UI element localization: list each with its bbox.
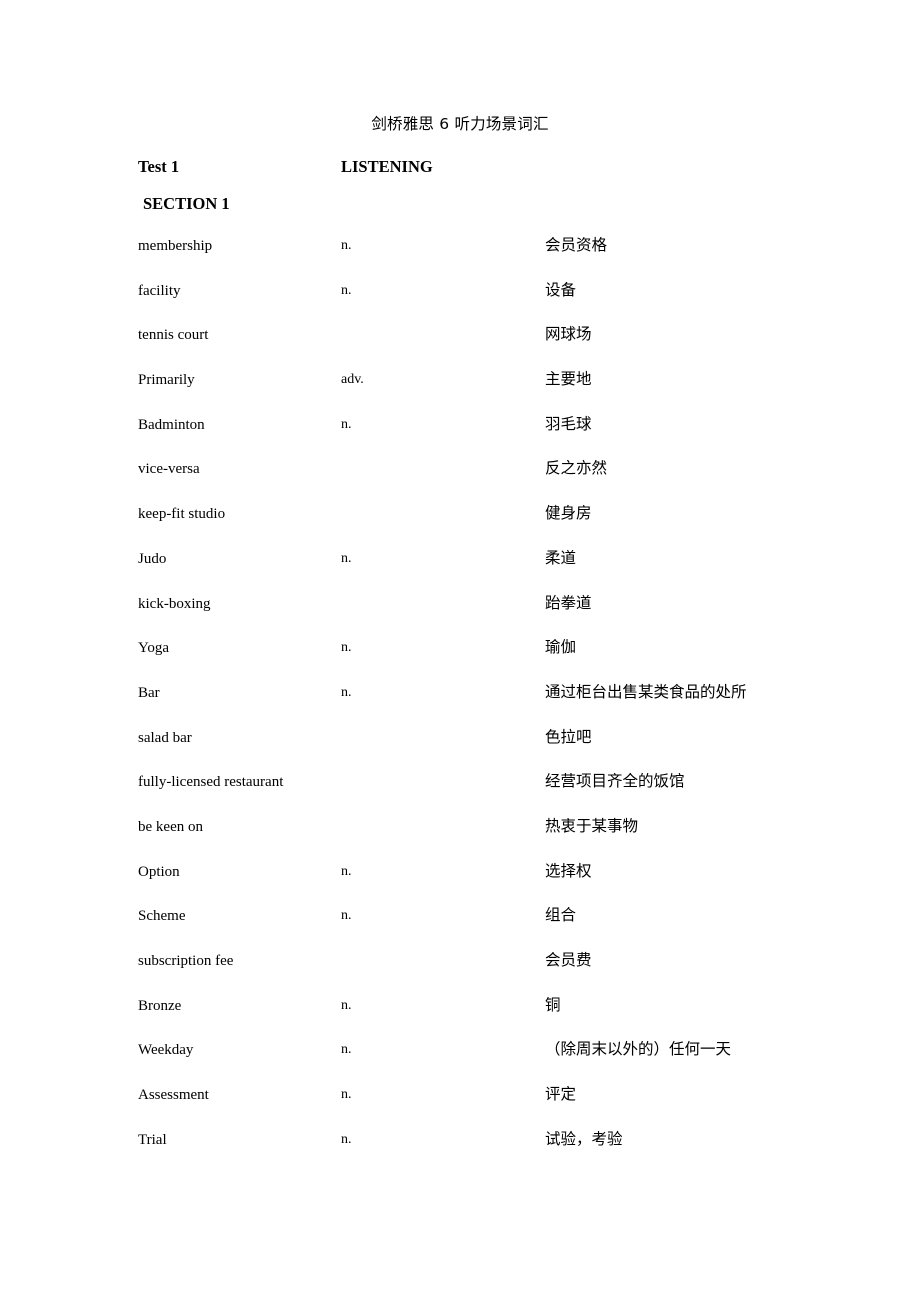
vocab-meaning: 柔道 bbox=[545, 548, 577, 567]
vocab-row: Judo n. 柔道 bbox=[0, 549, 920, 594]
vocab-meaning: 经营项目齐全的饭馆 bbox=[545, 772, 685, 791]
vocab-term: Judo bbox=[138, 550, 167, 567]
vocab-part-of-speech: n. bbox=[341, 908, 352, 924]
vocabulary-list: membership n. 会员资格 facility n. 设备 tennis court… bbox=[0, 236, 920, 1174]
vocab-term: Trial bbox=[138, 1131, 167, 1148]
vocab-term: subscription fee bbox=[138, 953, 234, 969]
vocab-term: keep-fit studio bbox=[138, 506, 226, 523]
vocab-row: facility n. 设备 bbox=[0, 281, 920, 326]
vocab-meaning: 健身房 bbox=[545, 504, 592, 523]
vocab-term: Scheme bbox=[138, 908, 186, 925]
vocab-row: Badminton n. 羽毛球 bbox=[0, 415, 920, 460]
heading-row: Test 1 LISTENING bbox=[0, 156, 920, 180]
vocab-row: Bronze n. 铜 bbox=[0, 996, 920, 1041]
vocab-row: Trial n. 试验，考验 bbox=[0, 1130, 920, 1175]
vocab-row: keep-fit studio 健身房 bbox=[0, 504, 920, 549]
vocab-term: Bar bbox=[138, 684, 160, 701]
vocab-meaning: 反之亦然 bbox=[545, 459, 608, 478]
vocab-meaning: 评定 bbox=[545, 1085, 577, 1104]
vocab-meaning: 热衷于某事物 bbox=[545, 816, 639, 835]
vocab-meaning: 选择权 bbox=[545, 861, 592, 880]
vocab-row: tennis court 网球场 bbox=[0, 325, 920, 370]
vocab-term: salad bar bbox=[138, 729, 192, 746]
vocab-meaning: （除周末以外的）任何一天 bbox=[545, 1040, 732, 1059]
vocab-row: Assessment n. 评定 bbox=[0, 1085, 920, 1130]
vocab-part-of-speech: n. bbox=[341, 1042, 352, 1058]
vocab-term: Primarily bbox=[138, 372, 195, 389]
vocab-term: membership bbox=[138, 238, 213, 254]
vocab-row: Option n. 选择权 bbox=[0, 862, 920, 907]
vocab-row: Bar n. 通过柜台出售某类食品的处所 bbox=[0, 683, 920, 728]
vocab-row: fully-licensed restaurant 经营项目齐全的饭馆 bbox=[0, 772, 920, 817]
vocab-term: Option bbox=[138, 863, 180, 880]
vocab-part-of-speech: n. bbox=[341, 238, 352, 253]
vocab-row: salad bar 色拉吧 bbox=[0, 728, 920, 773]
vocab-part-of-speech: n. bbox=[341, 1087, 352, 1103]
vocab-row: Primarily adv. 主要地 bbox=[0, 370, 920, 415]
vocab-part-of-speech: n. bbox=[341, 863, 352, 879]
vocab-term: Badminton bbox=[138, 416, 205, 433]
vocab-meaning: 色拉吧 bbox=[545, 727, 592, 746]
vocab-meaning: 设备 bbox=[545, 280, 577, 299]
vocab-part-of-speech: n. bbox=[341, 684, 352, 700]
vocab-part-of-speech: n. bbox=[341, 282, 352, 298]
vocab-term: tennis court bbox=[138, 327, 209, 344]
vocab-part-of-speech: n. bbox=[341, 997, 352, 1013]
test-label: Test 1 bbox=[138, 157, 180, 176]
vocab-meaning: 会员资格 bbox=[545, 236, 608, 254]
vocab-row: membership n. 会员资格 bbox=[0, 236, 920, 281]
vocab-term: Bronze bbox=[138, 997, 182, 1014]
vocab-part-of-speech: adv. bbox=[341, 372, 364, 388]
vocab-row: Weekday n. （除周末以外的）任何一天 bbox=[0, 1040, 920, 1085]
vocab-term: be keen on bbox=[138, 818, 203, 835]
vocab-meaning: 羽毛球 bbox=[545, 414, 592, 433]
vocab-meaning: 铜 bbox=[545, 995, 561, 1014]
vocab-meaning: 试验，考验 bbox=[545, 1129, 623, 1148]
vocab-row: Yoga n. 瑜伽 bbox=[0, 638, 920, 683]
vocab-row: kick-boxing 跆拳道 bbox=[0, 594, 920, 639]
vocab-meaning: 网球场 bbox=[545, 325, 592, 344]
vocab-meaning: 主要地 bbox=[545, 370, 592, 389]
vocab-term: Yoga bbox=[138, 640, 169, 657]
vocab-row: subscription fee 会员费 bbox=[0, 951, 920, 996]
vocab-term: vice-versa bbox=[138, 461, 200, 478]
page-title: 剑桥雅思 6 听力场景词汇 bbox=[371, 115, 549, 133]
vocab-part-of-speech: n. bbox=[341, 640, 352, 656]
vocab-row: vice-versa 反之亦然 bbox=[0, 459, 920, 504]
vocab-part-of-speech: n. bbox=[341, 416, 352, 432]
vocab-meaning: 组合 bbox=[545, 906, 577, 925]
vocab-meaning: 跆拳道 bbox=[545, 593, 592, 612]
vocab-part-of-speech: n. bbox=[341, 1131, 352, 1147]
vocab-term: Weekday bbox=[138, 1042, 194, 1059]
vocab-row: Scheme n. 组合 bbox=[0, 906, 920, 951]
vocab-meaning: 会员费 bbox=[545, 951, 592, 969]
vocab-part-of-speech: n. bbox=[341, 550, 352, 566]
listening-label: LISTENING bbox=[341, 157, 433, 176]
vocab-term: kick-boxing bbox=[138, 595, 211, 612]
vocab-term: facility bbox=[138, 282, 181, 299]
section-label: SECTION 1 bbox=[143, 194, 230, 213]
document-page: 剑桥雅思 6 听力场景词汇 Test 1 LISTENING SECTION 1… bbox=[0, 0, 920, 1302]
vocab-row: be keen on 热衷于某事物 bbox=[0, 817, 920, 862]
vocab-meaning: 瑜伽 bbox=[545, 638, 577, 657]
vocab-term: fully-licensed restaurant bbox=[138, 774, 284, 791]
vocab-term: Assessment bbox=[138, 1087, 209, 1104]
vocab-meaning: 通过柜台出售某类食品的处所 bbox=[545, 682, 747, 701]
